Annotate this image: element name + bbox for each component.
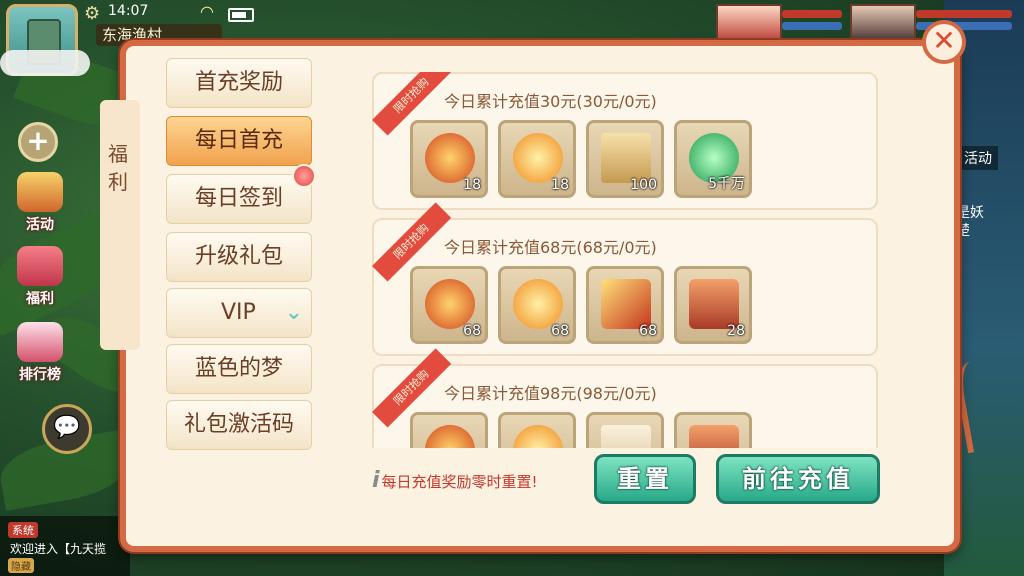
item-count: 68 (639, 323, 657, 339)
item-count: 5千万 (708, 176, 745, 192)
right-activity-tab[interactable]: 活动 (958, 146, 998, 170)
activity-button[interactable]: 活动 (10, 172, 70, 234)
welfare-button[interactable]: 福利 (10, 246, 70, 308)
activity-label: 活动 (26, 217, 54, 233)
reward-item[interactable] (586, 412, 664, 448)
reward-item[interactable]: 100 (586, 120, 664, 198)
reset-notice-text: 每日充值奖励零时重置! (381, 473, 538, 491)
scroll-icon (601, 425, 651, 448)
settings-gear-icon[interactable]: ⚙ (84, 3, 100, 24)
chat-message: 欢迎进入【九天揽 (10, 542, 107, 556)
reward-title: 今日累计充值68元(68元/0元) (444, 238, 657, 257)
quest-text-line1: 是妖 (956, 205, 984, 221)
item-count: 28 (727, 323, 745, 339)
reward-card: 限时抢购 今日累计充值68元(68元/0元) 68 68 68 28 (372, 202, 878, 356)
tab-level-pack[interactable]: 升级礼包 (166, 232, 312, 282)
gift-medallion-icon (425, 425, 475, 448)
gift-box-icon (17, 246, 63, 286)
reset-notice: i 每日充值奖励零时重置! (372, 468, 538, 493)
reward-card: 限时抢购 今日累计充值30元(30元/0元) 18 18 100 5千万 (372, 72, 878, 210)
reward-item[interactable]: 68 (586, 266, 664, 344)
chat-button[interactable]: 💬 (42, 404, 92, 454)
reward-card: 限时抢购 今日累计充值98元(98元/0元) (372, 348, 878, 448)
quest-tracker[interactable]: 是妖 楚 (956, 204, 984, 240)
battery-icon (228, 8, 254, 22)
reward-title: 今日累计充值98元(98元/0元) (444, 384, 657, 403)
treasure-chest-icon (689, 279, 739, 329)
quest-text-line2: 楚 (956, 223, 970, 239)
wifi-icon: ◠ (200, 2, 214, 21)
tab-daily-first-recharge[interactable]: 每日首充 (166, 116, 312, 166)
welfare-label: 福利 (26, 291, 54, 307)
item-count: 68 (463, 323, 481, 339)
system-clock: 14:07 (108, 3, 149, 19)
item-count: 18 (463, 177, 481, 193)
tab-vip-label: VIP (221, 300, 256, 325)
horn-icon (17, 172, 63, 212)
scroll-ticket-icon (601, 133, 651, 183)
chevron-down-icon: ⌄ (284, 300, 303, 325)
reward-item[interactable]: 5千万 (674, 120, 752, 198)
item-count: 100 (630, 177, 657, 193)
reward-item[interactable]: 18 (498, 120, 576, 198)
tab-blue-dream[interactable]: 蓝色的梦 (166, 344, 312, 394)
gift-medallion-icon (425, 279, 475, 329)
reward-title: 今日累计充值30元(30元/0元) (444, 92, 657, 111)
reward-item[interactable] (674, 412, 752, 448)
item-count: 68 (551, 323, 569, 339)
reward-item[interactable]: 18 (410, 120, 488, 198)
reset-button[interactable]: 重置 (594, 454, 696, 504)
fire-orb-icon (513, 133, 563, 183)
player-hp-bar (916, 10, 1012, 18)
fire-orb-icon (513, 425, 563, 448)
reward-item[interactable]: 68 (410, 266, 488, 344)
mp-bar (782, 22, 842, 30)
tab-first-recharge[interactable]: 首充奖励 (166, 58, 312, 108)
panel-side-title: 福利 (108, 142, 128, 194)
expand-menu-button[interactable]: + (18, 122, 58, 162)
info-icon: i (372, 468, 380, 493)
reward-item[interactable] (498, 412, 576, 448)
panel-side-tab (100, 100, 140, 350)
hide-chat-tag[interactable]: 隐藏 (8, 558, 34, 573)
go-recharge-button[interactable]: 前往充值 (716, 454, 880, 504)
ranking-button[interactable]: 排行榜 (10, 322, 70, 384)
reward-item[interactable]: 28 (674, 266, 752, 344)
reward-list[interactable]: 限时抢购 今日累计充值30元(30元/0元) 18 18 100 5千万 限时抢… (372, 72, 880, 448)
reward-item[interactable]: 68 (498, 266, 576, 344)
ranking-banner-icon (17, 322, 63, 362)
treasure-chest-icon (689, 425, 739, 448)
speech-bubble-icon: 💬 (53, 415, 81, 440)
notification-badge (292, 164, 316, 188)
golden-scepter-icon (601, 279, 651, 329)
tab-daily-signin[interactable]: 每日签到 (166, 174, 312, 224)
close-button[interactable]: ✕ (922, 20, 966, 64)
gift-medallion-icon (425, 133, 475, 183)
close-icon: ✕ (932, 24, 956, 57)
reward-item[interactable] (410, 412, 488, 448)
ranking-label: 排行榜 (19, 367, 61, 383)
cloud-decoration (0, 50, 90, 76)
system-channel-tag: 系统 (8, 522, 38, 538)
fire-orb-icon (513, 279, 563, 329)
tab-gift-code[interactable]: 礼包激活码 (166, 400, 312, 450)
hp-bar (782, 10, 842, 18)
item-count: 18 (551, 177, 569, 193)
tab-vip[interactable]: VIP ⌄ (166, 288, 312, 338)
